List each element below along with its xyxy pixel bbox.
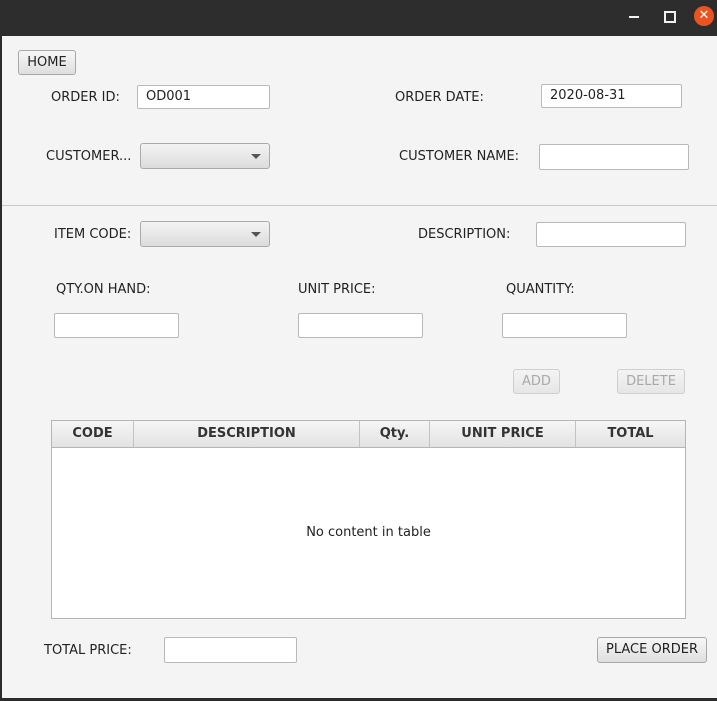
chevron-down-icon — [251, 154, 261, 159]
place-order-button[interactable]: PLACE ORDER — [597, 637, 707, 663]
minimize-icon[interactable] — [629, 16, 639, 18]
order-form-window: HOME ORDER ID: OD001 ORDER DATE: 2020-08… — [2, 36, 717, 698]
add-button[interactable]: ADD — [513, 369, 560, 394]
maximize-icon[interactable] — [664, 11, 676, 23]
customer-combobox[interactable] — [140, 143, 270, 169]
order-date-label: ORDER DATE: — [395, 90, 484, 105]
table-empty-message: No content in table — [306, 525, 431, 540]
customer-name-field[interactable] — [539, 144, 689, 170]
column-header-qty[interactable]: Qty. — [360, 421, 430, 447]
qty-on-hand-label: QTY.ON HAND: — [56, 282, 151, 297]
unit-price-field[interactable] — [298, 313, 423, 338]
quantity-label: QUANTITY: — [506, 282, 575, 297]
description-field[interactable] — [536, 222, 686, 247]
item-code-label: ITEM CODE: — [54, 227, 132, 242]
column-header-unit-price[interactable]: UNIT PRICE — [430, 421, 576, 447]
qty-on-hand-field[interactable] — [54, 313, 179, 338]
order-items-table[interactable]: CODE DESCRIPTION Qty. UNIT PRICE TOTAL N… — [51, 420, 686, 619]
description-label: DESCRIPTION: — [418, 227, 511, 242]
column-header-description[interactable]: DESCRIPTION — [134, 421, 360, 447]
total-price-label: TOTAL PRICE: — [44, 643, 132, 658]
window-titlebar: ✕ — [0, 0, 717, 36]
table-header: CODE DESCRIPTION Qty. UNIT PRICE TOTAL — [52, 421, 685, 448]
item-code-combobox[interactable] — [140, 221, 270, 247]
delete-button[interactable]: DELETE — [617, 369, 685, 394]
quantity-field[interactable] — [502, 313, 627, 338]
order-id-label: ORDER ID: — [51, 90, 120, 105]
customer-label: CUSTOMER... — [46, 149, 132, 164]
home-button[interactable]: HOME — [18, 50, 76, 75]
close-icon[interactable]: ✕ — [694, 6, 714, 26]
order-id-field[interactable]: OD001 — [137, 85, 270, 109]
chevron-down-icon — [251, 232, 261, 237]
unit-price-label: UNIT PRICE: — [298, 282, 376, 297]
total-price-field[interactable] — [164, 637, 297, 663]
column-header-code[interactable]: CODE — [52, 421, 134, 447]
customer-name-label: CUSTOMER NAME: — [399, 149, 520, 164]
order-date-field[interactable]: 2020-08-31 — [541, 84, 682, 108]
column-header-total[interactable]: TOTAL — [576, 421, 685, 447]
section-divider — [2, 205, 717, 206]
